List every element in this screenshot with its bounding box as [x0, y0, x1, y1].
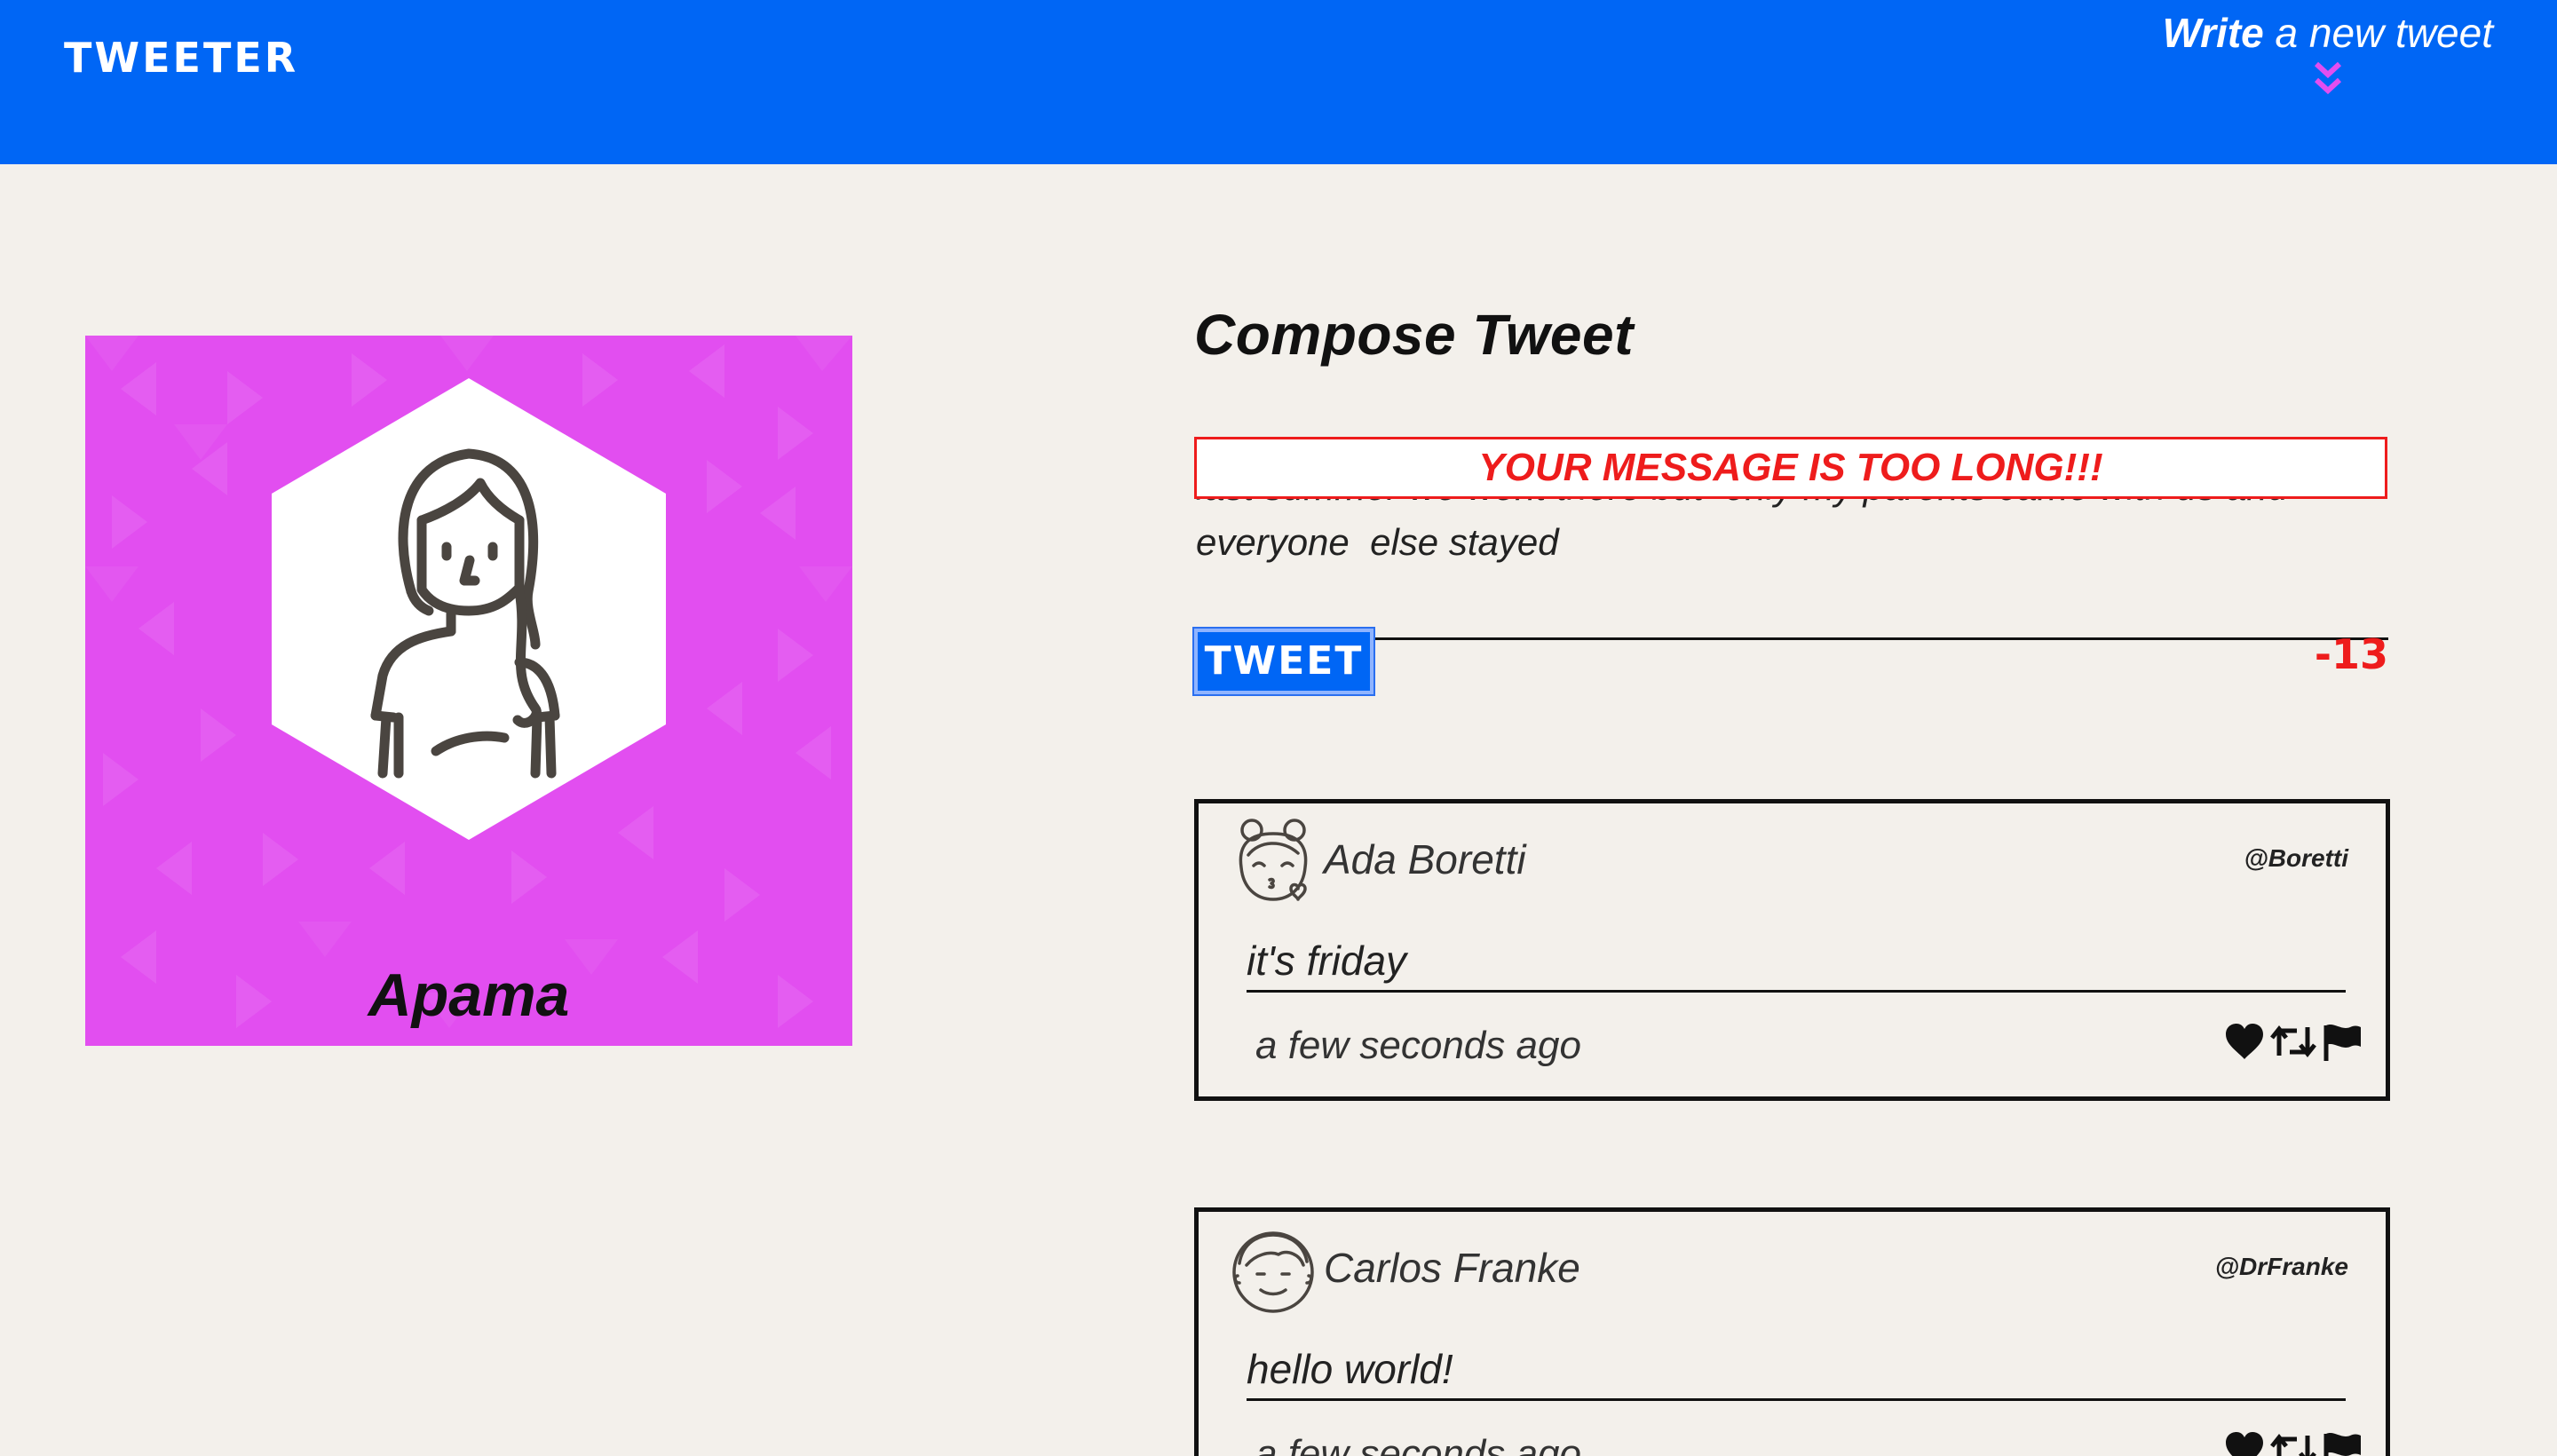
tweet-submit-button[interactable]: TWEET — [1194, 629, 1373, 694]
tweet-handle: @DrFranke — [2214, 1253, 2348, 1280]
woman-avatar-icon — [272, 378, 666, 840]
double-chevron-down-icon — [2314, 61, 2341, 95]
profile-name: Apama — [368, 961, 570, 1029]
character-counter: -13 — [2314, 630, 2388, 678]
tweet-card: Ada Boretti @Boretti it's friday a few s… — [1194, 799, 2390, 1101]
top-nav: TWEETER Write a new tweet — [0, 0, 2557, 164]
flag-icon[interactable] — [2322, 1430, 2363, 1456]
boy-avatar-icon — [1232, 1231, 1314, 1313]
compose-title: Compose Tweet — [1194, 303, 1634, 367]
tweet-handle: @Boretti — [2244, 844, 2348, 872]
heart-icon[interactable] — [2224, 1022, 2265, 1061]
tweet-timestamp: a few seconds ago — [1255, 1024, 1581, 1067]
heart-icon[interactable] — [2224, 1430, 2265, 1456]
retweet-icon[interactable] — [2268, 1430, 2318, 1456]
compose-section: Compose Tweet YOUR MESSAGE IS TOO LONG!!… — [1194, 302, 2388, 694]
profile-card: Apama — [85, 336, 852, 1046]
tweet-author: Ada Boretti — [1324, 836, 1526, 882]
retweet-icon[interactable] — [2268, 1022, 2318, 1061]
write-label-bold: Write — [2162, 10, 2264, 56]
tweet-author: Carlos Franke — [1324, 1245, 1580, 1291]
girl-kiss-avatar-icon — [1239, 819, 1308, 901]
write-new-tweet-toggle[interactable]: Write a new tweet — [2163, 9, 2493, 98]
tweet-content: it's friday — [1247, 937, 2346, 993]
app-root: TWEETER Write a new tweet Apama Compose … — [0, 0, 2557, 1456]
brand-logo[interactable]: TWEETER — [64, 34, 298, 82]
tweet-card: Carlos Franke @DrFranke hello world! a f… — [1194, 1207, 2390, 1456]
flag-icon[interactable] — [2322, 1022, 2363, 1061]
tweet-actions — [2224, 1022, 2366, 1066]
tweet-timestamp: a few seconds ago — [1255, 1432, 1581, 1456]
error-message: YOUR MESSAGE IS TOO LONG!!! — [1194, 437, 2387, 499]
write-label-rest: a new tweet — [2263, 10, 2494, 56]
tweet-actions — [2224, 1430, 2366, 1456]
tweet-content: hello world! — [1247, 1345, 2346, 1401]
